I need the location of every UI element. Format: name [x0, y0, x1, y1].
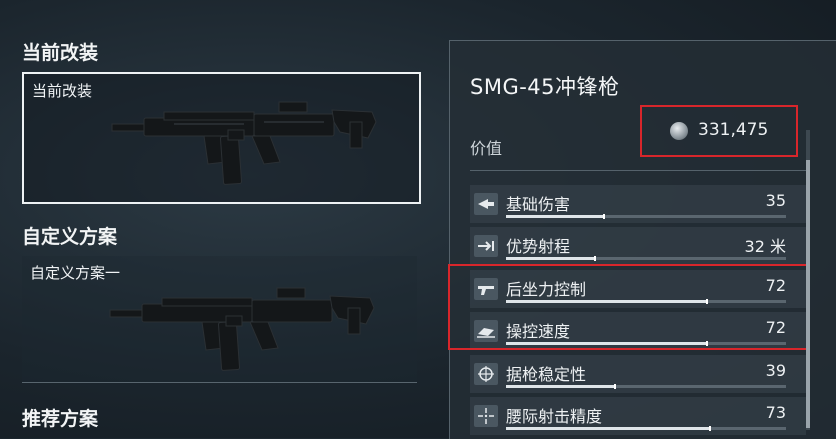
weapon-stats-panel: SMG-45冲锋枪 价值 331,475 基础伤害 35 优势射程 32 米后坐力控制… [449, 40, 836, 439]
stat-label: 优势射程 [506, 237, 571, 256]
stat-bar [506, 214, 786, 219]
stat-bar [506, 426, 786, 431]
range-icon [474, 235, 498, 257]
stat-bar-fill [506, 427, 711, 430]
value-label: 价值 [470, 139, 503, 158]
current-build-card[interactable]: 当前改装 [22, 72, 421, 204]
stat-label: 基础伤害 [506, 195, 571, 214]
stat-bar-marker [709, 426, 711, 431]
weapon-name: SMG-45冲锋枪 [470, 75, 620, 99]
stat-bar-fill [506, 385, 616, 388]
stat-value: 35 [765, 191, 786, 210]
scrollbar-thumb[interactable] [806, 160, 810, 428]
stat-bar-fill [506, 257, 596, 260]
stat-bar [506, 384, 786, 389]
custom-build-title: 自定义方案 [22, 226, 118, 248]
smg-weapon-image [109, 287, 375, 371]
recoil-handling-highlight-box [448, 264, 808, 350]
stat-bar [506, 256, 786, 261]
custom-build-card[interactable]: 自定义方案一 [22, 256, 417, 383]
stat-row: 基础伤害 35 [470, 185, 806, 223]
hipfire-icon [474, 405, 498, 427]
stat-label: 腰际射击精度 [506, 407, 603, 426]
divider [470, 170, 806, 171]
silver-coin-icon [670, 122, 688, 140]
stat-bar-marker [602, 214, 605, 219]
stat-value: 32 米 [744, 237, 786, 256]
stat-value: 39 [765, 361, 786, 380]
stat-row: 优势射程 32 米 [470, 227, 806, 265]
stat-row: 腰际射击精度 73 [470, 397, 806, 435]
smg-weapon-image [111, 101, 377, 185]
recommended-build-title: 推荐方案 [22, 408, 99, 430]
stat-row: 据枪稳定性 39 [470, 355, 806, 393]
stability-icon [474, 363, 498, 385]
stat-label: 据枪稳定性 [506, 365, 587, 384]
current-build-title: 当前改装 [22, 42, 99, 64]
stat-bar-fill [506, 215, 604, 218]
stat-value: 73 [765, 403, 786, 422]
stat-bar-marker [594, 256, 597, 261]
current-build-label: 当前改装 [32, 82, 93, 100]
damage-icon [474, 193, 498, 215]
stat-bar-marker [613, 384, 616, 389]
value-highlight-box: 331,475 [640, 105, 798, 157]
weapon-value: 331,475 [698, 120, 769, 140]
stats-scrollbar[interactable] [806, 130, 810, 430]
